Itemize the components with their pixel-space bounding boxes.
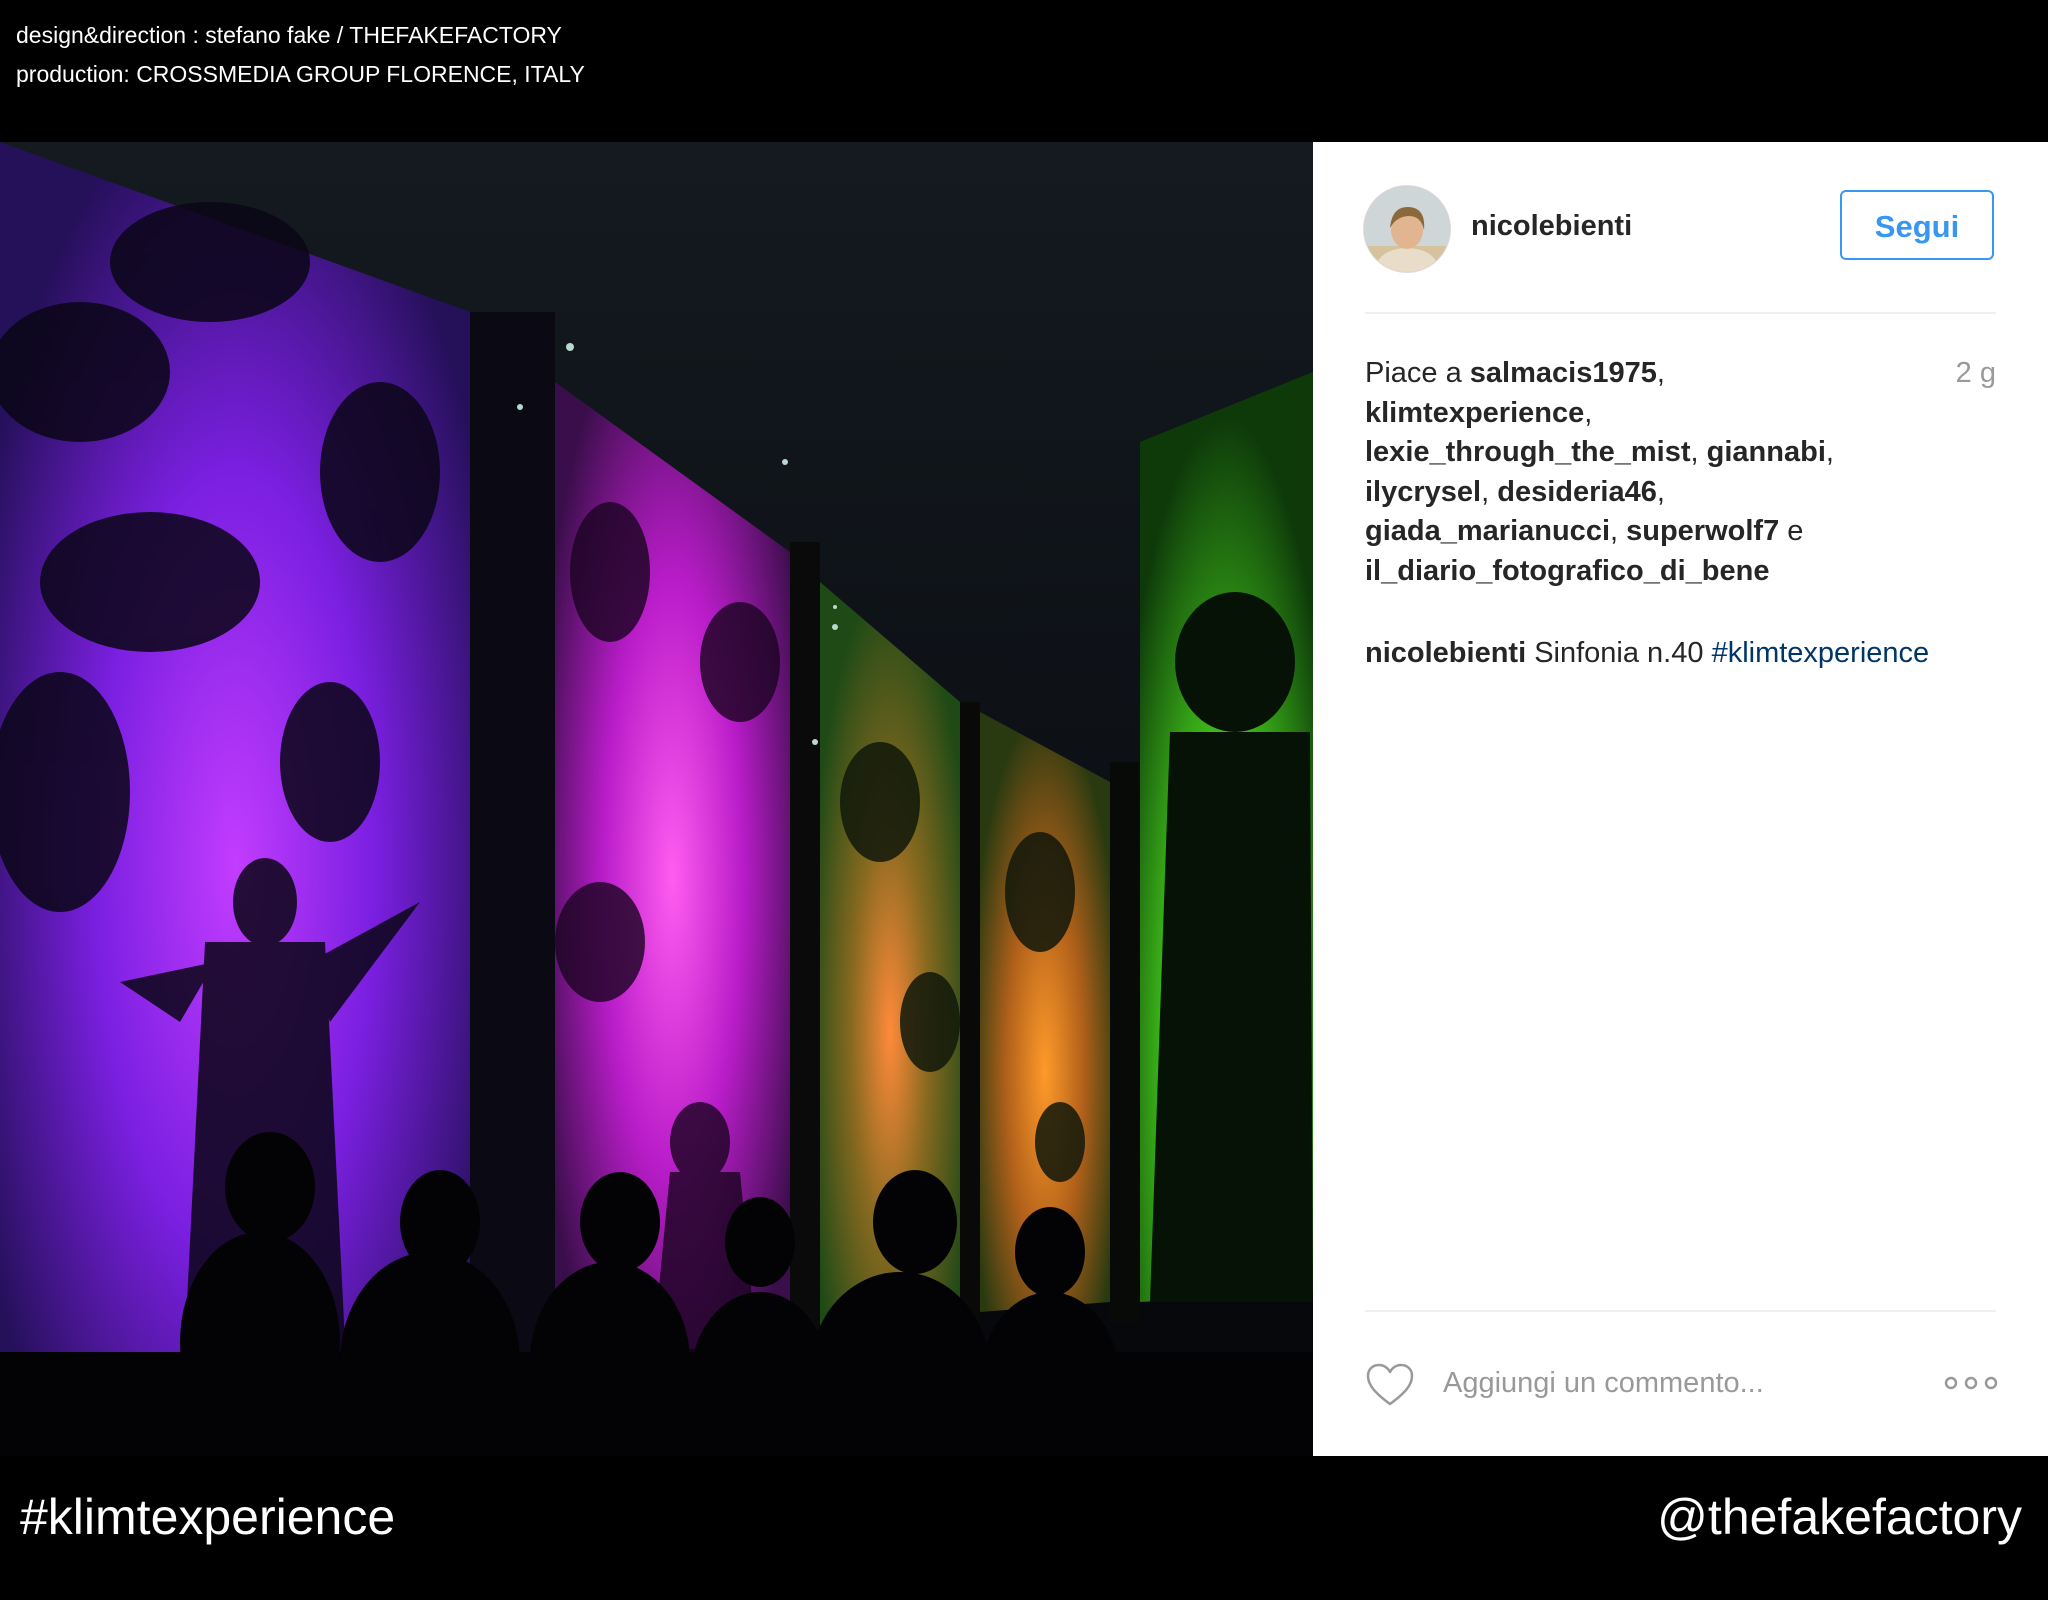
liker-link[interactable]: superwolf7 [1626,515,1779,547]
liker-link[interactable]: ilycrysel [1365,476,1481,508]
liker-link[interactable]: il_diario_fotografico_di_bene [1365,555,1769,587]
more-options-icon [1944,1376,1998,1390]
post-caption: nicolebienti Sinfonia n.40 #klimtexperie… [1365,634,2005,673]
credits-direction: design&direction : stefano fake / THEFAK… [16,22,562,48]
credits-production: production: CROSSMEDIA GROUP FLORENCE, I… [16,61,585,87]
post-photo[interactable] [0,142,1313,1456]
likes-conjunction: e [1779,515,1804,547]
more-options-button[interactable] [1943,1372,1999,1394]
heart-icon [1366,1363,1414,1406]
profile-photo [1364,186,1450,272]
footer-hashtag: #klimtexperience [20,1489,396,1545]
likes-prefix: Piace a [1365,357,1470,389]
footer-handle: @thefakefactory [1657,1489,2022,1545]
liker-link[interactable]: lexie_through_the_mist [1365,436,1691,468]
credits: design&direction : stefano fake / THEFAK… [16,16,585,94]
klimt-exhibition-photo [0,142,1313,1456]
post-panel: nicolebienti Segui Piace a salmacis1975,… [1313,142,2048,1456]
post-username[interactable]: nicolebienti [1471,210,1632,243]
liker-link[interactable]: giada_marianucci [1365,515,1610,547]
caption-username[interactable]: nicolebienti [1365,637,1526,669]
like-button[interactable] [1365,1362,1415,1408]
caption-hashtag[interactable]: #klimtexperience [1712,637,1930,669]
likes-text: Piace a salmacis1975, klimtexperience, l… [1365,357,1834,587]
caption-text: Sinfonia n.40 [1526,637,1712,669]
liker-link[interactable]: salmacis1975 [1470,357,1657,389]
post-timestamp[interactable]: 2 g [1913,354,1996,394]
liker-link[interactable]: desideria46 [1497,476,1657,508]
avatar[interactable] [1363,185,1451,273]
liker-link[interactable]: klimtexperience [1365,397,1584,429]
header-divider [1365,312,1996,314]
comment-input[interactable] [1443,1360,1923,1406]
actions-divider [1365,1310,1996,1312]
liker-link[interactable]: giannabi [1707,436,1826,468]
follow-button[interactable]: Segui [1840,190,1994,260]
